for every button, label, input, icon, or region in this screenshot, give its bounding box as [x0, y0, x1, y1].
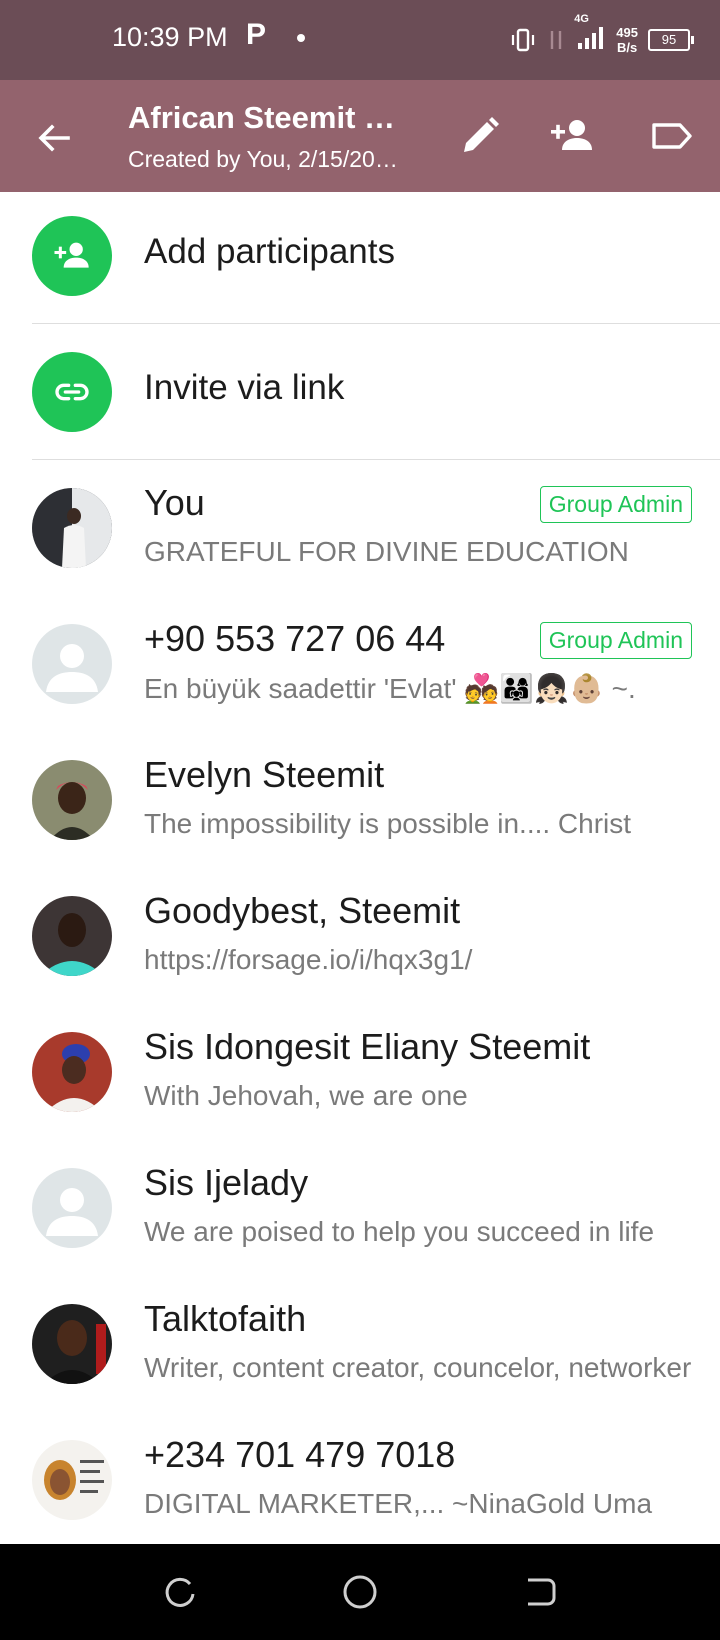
invite-link-circle [32, 352, 112, 432]
net-speed: 495 B/s [616, 25, 638, 55]
app-notification-icon: P [246, 18, 267, 51]
add-participants-label: Add participants [144, 232, 395, 271]
add-person-icon [54, 242, 89, 268]
avatar[interactable] [32, 760, 112, 840]
signal-group: 4G [574, 13, 606, 55]
status-bar: 10:39 PM P 4G 495 B/s 95 [0, 0, 720, 80]
member-status: With Jehovah, we are one [144, 1080, 468, 1111]
add-participants-circle [32, 216, 112, 296]
avatar[interactable] [32, 1440, 112, 1520]
battery-level: 95 [661, 32, 677, 47]
back-nav-icon[interactable] [520, 1572, 560, 1612]
member-row[interactable]: Sis Idongesit Eliany Steemit With Jehova… [0, 1004, 720, 1140]
add-participants-row[interactable]: Add participants [0, 188, 720, 324]
home-icon[interactable] [340, 1572, 380, 1612]
status-time: 10:39 PM [112, 22, 228, 52]
member-row[interactable]: You Group Admin GRATEFUL FOR DIVINE EDUC… [0, 460, 720, 596]
member-status: Writer, content creator, councelor, netw… [144, 1352, 692, 1383]
member-row[interactable]: +234 701 479 7018 DIGITAL MARKETER,... ~… [0, 1412, 720, 1548]
default-avatar-icon [46, 644, 98, 692]
network-type: 4G [574, 13, 589, 25]
avatar[interactable] [32, 1168, 112, 1248]
member-row[interactable]: +90 553 727 06 44 Group Admin En büyük s… [0, 596, 720, 732]
avatar[interactable] [32, 1304, 112, 1384]
member-name: Sis Ijelady [144, 1162, 309, 1203]
net-speed-value: 495 [616, 25, 638, 40]
add-person-icon[interactable] [548, 112, 596, 160]
member-name: Talktofaith [144, 1298, 307, 1339]
back-arrow-icon[interactable] [30, 114, 78, 162]
member-row[interactable]: Talktofaith Writer, content creator, cou… [0, 1276, 720, 1412]
member-name: +234 701 479 7018 [144, 1434, 456, 1475]
data-transfer-icon [551, 31, 562, 49]
member-status: DIGITAL MARKETER,... ~NinaGold Uma [144, 1488, 653, 1519]
member-row[interactable]: Sis Ijelady We are poised to help you su… [0, 1140, 720, 1276]
member-status: https://forsage.io/i/hqx3g1/ [144, 944, 473, 975]
avatar[interactable] [32, 896, 112, 976]
link-icon [55, 383, 89, 401]
member-row[interactable]: Goodybest, Steemit https://forsage.io/i/… [0, 868, 720, 1004]
member-name: Sis Idongesit Eliany Steemit [144, 1026, 591, 1067]
battery-icon: 95 [648, 29, 694, 51]
group-subtitle[interactable]: Created by You, 2/15/2021 [128, 146, 398, 173]
net-speed-unit: B/s [617, 40, 638, 55]
member-name: +90 553 727 06 44 [144, 618, 446, 659]
group-title[interactable]: African Steemit Community [128, 100, 398, 136]
pencil-icon[interactable] [456, 112, 504, 160]
invite-link-row[interactable]: Invite via link [0, 324, 720, 460]
system-nav-bar [0, 1544, 720, 1640]
invite-link-label: Invite via link [144, 368, 345, 407]
member-name: Goodybest, Steemit [144, 890, 461, 931]
member-status: The impossibility is possible in.... Chr… [144, 808, 632, 839]
more-notifications-dot-icon [297, 34, 305, 42]
group-admin-badge: Group Admin [539, 486, 692, 523]
member-status: We are poised to help you succeed in lif… [144, 1216, 655, 1247]
signal-strength-icon [578, 27, 604, 49]
recent-apps-icon[interactable] [160, 1572, 200, 1612]
status-right-group: 4G 495 B/s 95 [510, 13, 694, 62]
member-name: Evelyn Steemit [144, 754, 385, 795]
toolbar: African Steemit Community Created by You… [0, 80, 720, 192]
avatar[interactable] [32, 488, 112, 568]
avatar[interactable] [32, 624, 112, 704]
member-status: GRATEFUL FOR DIVINE EDUCATION [144, 536, 629, 567]
avatar[interactable] [32, 1032, 112, 1112]
default-avatar-icon [46, 1188, 98, 1236]
group-admin-badge: Group Admin [539, 622, 692, 659]
member-row[interactable]: Evelyn Steemit The impossibility is poss… [0, 732, 720, 868]
member-status: En büyük saadettir 'Evlat' 💑👨‍👩‍👧👧🏻👶🏼 ~. [144, 673, 636, 704]
member-name: You [144, 482, 205, 523]
label-icon[interactable] [648, 112, 696, 160]
vibrate-icon [512, 28, 535, 52]
